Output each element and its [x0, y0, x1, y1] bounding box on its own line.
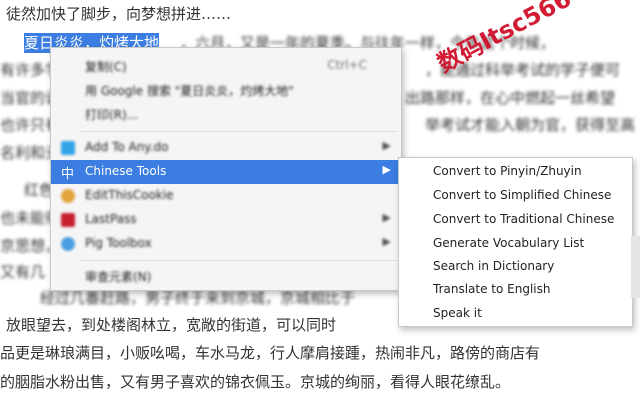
chevron-right-icon: ▶: [382, 139, 391, 152]
submenu-item-label: Convert to Pinyin/Zhuyin: [433, 164, 582, 178]
menu-item-editthiscookie[interactable]: EditThisCookie: [51, 184, 401, 208]
menu-item-print[interactable]: 打印(R)...: [51, 102, 401, 126]
article-line: 经过几番赶路，男子终于来到京城，京城相比于: [40, 289, 356, 307]
submenu-item-label: Convert to Simplified Chinese: [433, 188, 612, 202]
article-line: 又有几: [0, 263, 46, 281]
chevron-right-icon: ▶: [382, 163, 391, 176]
menu-item-label: 用 Google 搜索 "夏日炎炎，灼烤大地": [85, 84, 294, 98]
submenu-item-label: Speak it: [433, 306, 482, 320]
menu-item-pig-toolbox[interactable]: Pig Toolbox ▶: [51, 232, 401, 256]
submenu-item-label: Translate to English: [433, 282, 551, 296]
article-line: 出路那样，在心中燃起一丝希望: [405, 89, 616, 107]
menu-item-copy[interactable]: 复制(C) Ctrl+C: [51, 54, 401, 78]
cookie-icon: [61, 189, 75, 203]
menu-item-label: 打印(R)...: [85, 108, 139, 122]
menu-item-shortcut: Ctrl+C: [327, 58, 367, 72]
pig-toolbox-icon: [61, 237, 75, 251]
submenu-item-label: Search in Dictionary: [433, 259, 555, 273]
submenu-item-translate-english[interactable]: Translate to English: [399, 278, 632, 301]
submenu-item-convert-pinyin[interactable]: Convert to Pinyin/Zhuyin: [399, 160, 632, 183]
menu-item-label: LastPass: [85, 212, 137, 226]
menu-item-label: EditThisCookie: [85, 188, 174, 202]
chevron-right-icon: ▶: [382, 211, 391, 224]
article-line: 徒然加快了脚步，向梦想拼进……: [6, 5, 232, 23]
submenu-item-speak-it[interactable]: Speak it: [399, 302, 632, 325]
submenu-item-vocabulary-list[interactable]: Generate Vocabulary List: [399, 232, 632, 255]
context-menu: 复制(C) Ctrl+C 用 Google 搜索 "夏日炎炎，灼烤大地" 打印(…: [50, 47, 402, 291]
menu-item-google-search[interactable]: 用 Google 搜索 "夏日炎炎，灼烤大地": [51, 78, 401, 102]
submenu-item-search-dictionary[interactable]: Search in Dictionary: [399, 255, 632, 278]
article-line: 品更是琳琅满目，小贩吆喝，车水马龙，行人摩肩接踵，热闹非凡，路傍的商店有: [0, 344, 541, 362]
article-line: 放眼望去，到处楼阁林立，宽敞的街道，可以同时: [6, 316, 337, 334]
submenu-item-convert-simplified[interactable]: Convert to Simplified Chinese: [399, 184, 632, 207]
menu-item-label: Add To Any.do: [85, 140, 169, 154]
submenu-item-label: Generate Vocabulary List: [433, 236, 585, 250]
submenu-item-label: Convert to Traditional Chinese: [433, 212, 615, 226]
menu-item-label: Chinese Tools: [85, 164, 167, 178]
submenu-item-convert-traditional[interactable]: Convert to Traditional Chinese: [399, 208, 632, 231]
menu-item-lastpass[interactable]: LastPass ▶: [51, 208, 401, 232]
menu-item-label: 复制(C): [85, 60, 127, 74]
menu-item-label: 审查元素(N): [85, 270, 152, 284]
chevron-right-icon: ▶: [382, 235, 391, 248]
menu-separator: [81, 260, 397, 261]
article-line: 举考试才能入朝为官，获得至高: [425, 116, 636, 134]
anydo-icon: [61, 141, 75, 155]
lastpass-icon: [61, 213, 75, 227]
chinese-tools-icon: 中: [61, 167, 75, 182]
menu-item-inspect-element[interactable]: 审查元素(N): [51, 264, 401, 288]
article-line: 的胭脂水粉出售，又有男子喜欢的锦衣佩玉。京城的绚丽，看得人眼花缭乱。: [0, 373, 511, 391]
menu-item-label: Pig Toolbox: [85, 236, 152, 250]
chinese-tools-submenu: Convert to Pinyin/Zhuyin Convert to Simp…: [398, 157, 633, 327]
scrollbar-thumb[interactable]: [631, 236, 640, 298]
menu-separator: [81, 131, 397, 132]
menu-item-add-to-anydo[interactable]: Add To Any.do ▶: [51, 136, 401, 160]
menu-item-chinese-tools[interactable]: 中 Chinese Tools ▶: [51, 160, 401, 184]
